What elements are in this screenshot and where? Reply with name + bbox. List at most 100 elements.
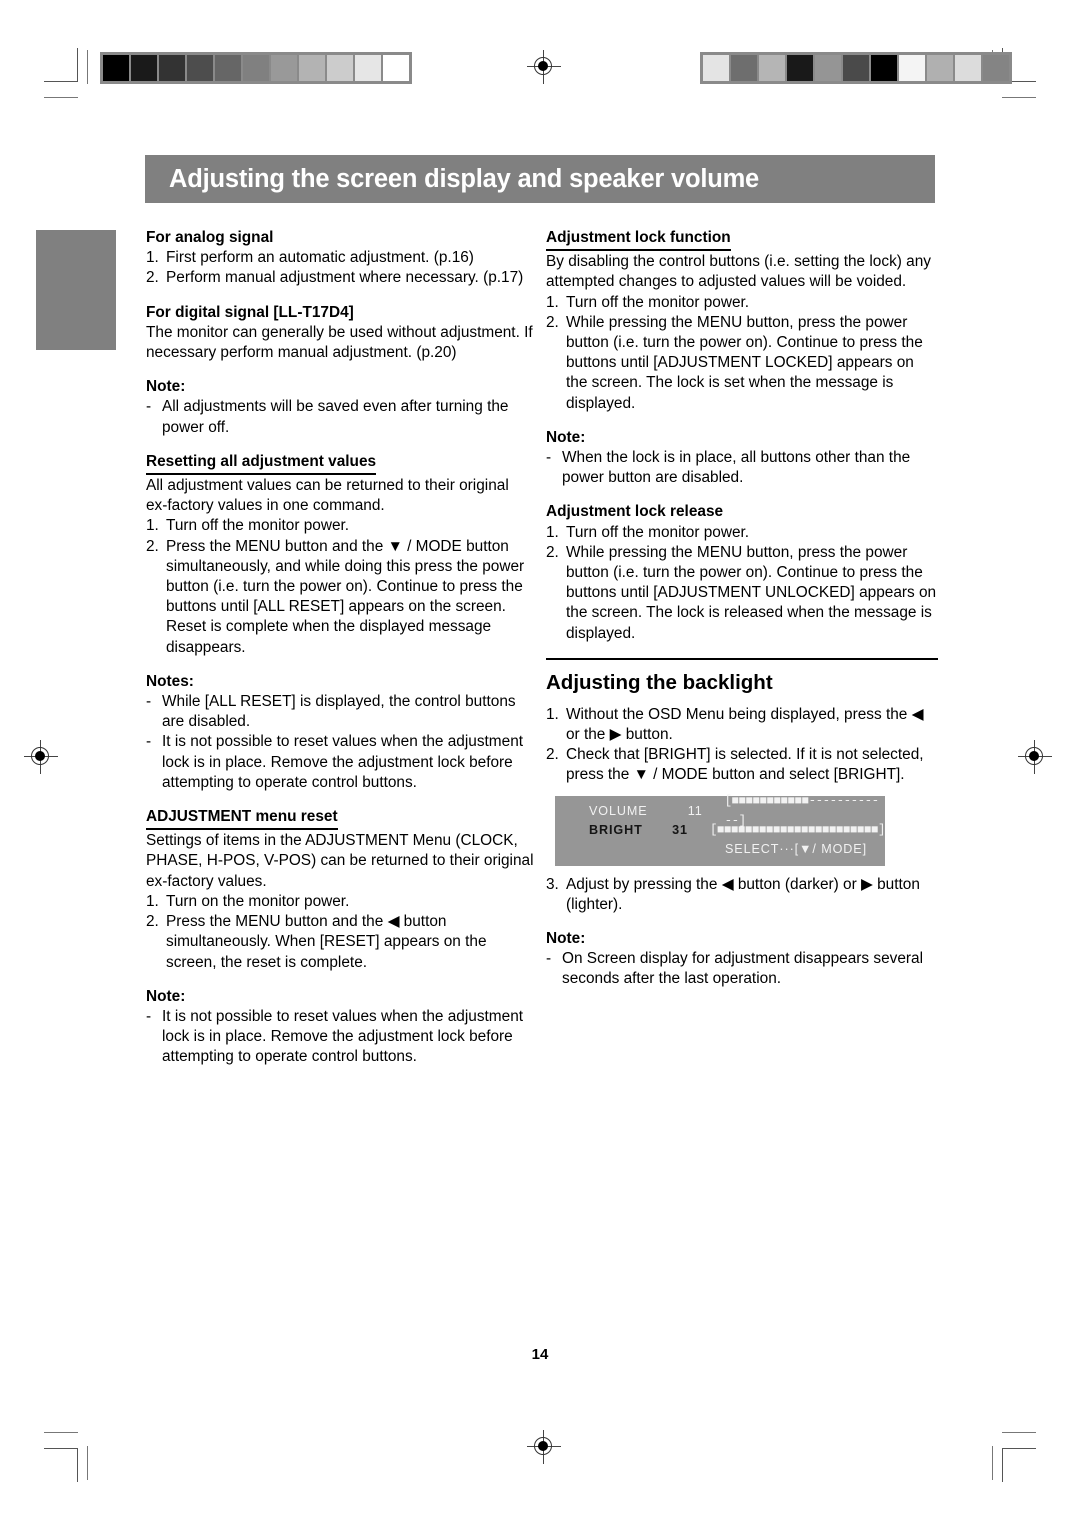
heading-adjustment-lock-release: Adjustment lock release (546, 503, 724, 521)
note-list-right-1: - When the lock is in place, all buttons… (546, 448, 938, 488)
list-item: - On Screen display for adjustment disap… (546, 949, 938, 989)
list-item: 1. Turn off the monitor power. (146, 516, 534, 536)
note-text: While [ALL RESET] is displayed, the cont… (162, 693, 516, 731)
dash-bullet: - (146, 693, 152, 711)
grayscale-patch (843, 55, 869, 81)
step-number: 1. (546, 293, 559, 311)
backlight-steps-top: 1. Without the OSD Menu being displayed,… (546, 705, 938, 786)
notes-list-2: - While [ALL RESET] is displayed, the co… (146, 692, 534, 793)
step-number: 1. (146, 517, 159, 535)
section-thumb-tab (36, 230, 116, 350)
crop-mark-bottom-right (1002, 1448, 1036, 1482)
grayscale-patch (983, 55, 1009, 81)
note-text: It is not possible to reset values when … (162, 1007, 524, 1066)
step-text: Adjust by pressing the ◀ button (darker)… (566, 875, 920, 913)
note-list-1: - All adjustments will be saved even aft… (146, 397, 534, 437)
note-label-3: Note: (146, 987, 186, 1005)
step-number: 1. (546, 523, 559, 541)
dash-bullet: - (546, 449, 552, 467)
dash-bullet: - (546, 950, 552, 968)
grayscale-patch (243, 55, 269, 81)
trim-tick-left-lower (44, 1432, 78, 1433)
dash-bullet: - (146, 398, 152, 416)
step-number: 2. (546, 543, 559, 561)
step-text: Perform manual adjustment where necessar… (166, 269, 524, 287)
step-text: While pressing the MENU button, press th… (566, 313, 923, 412)
note-label-right-1: Note: (546, 428, 586, 446)
grayscale-patch (703, 55, 729, 81)
heading-for-digital-signal: For digital signal [LL-T17D4] (146, 303, 354, 321)
heading-adjustment-lock-function: Adjustment lock function (546, 228, 731, 252)
step-number: 1. (146, 249, 159, 267)
note-list-3: - It is not possible to reset values whe… (146, 1007, 534, 1068)
heading-resetting-all-adjustment-values: Resetting all adjustment values (146, 452, 377, 476)
step-text: Turn on the monitor power. (166, 892, 350, 910)
right-column: Adjustment lock function By disabling th… (546, 228, 938, 990)
list-item: - It is not possible to reset values whe… (146, 1007, 534, 1068)
resetting-steps: 1. Turn off the monitor power. 2. Press … (146, 516, 534, 657)
grayscale-patch (131, 55, 157, 81)
section-divider (546, 657, 938, 660)
step-text: Check that [BRIGHT] is selected. If it i… (566, 746, 924, 784)
grayscale-patch (927, 55, 953, 81)
heading-adjusting-the-backlight: Adjusting the backlight (546, 670, 773, 694)
trim-tick-top-left (87, 50, 88, 84)
step-text: First perform an automatic adjustment. (… (166, 249, 474, 267)
page-title: Adjusting the screen display and speaker… (169, 164, 760, 193)
step-text: Press the MENU button and the ▼ / MODE b… (166, 537, 525, 656)
list-item: 2. While pressing the MENU button, press… (546, 313, 938, 414)
osd-bright-label: BRIGHT (589, 823, 643, 838)
note-text: When the lock is in place, all buttons o… (562, 449, 911, 487)
resetting-intro: All adjustment values can be returned to… (146, 477, 509, 515)
heading-adjustment-menu-reset: ADJUSTMENT menu reset (146, 807, 338, 831)
trim-tick-left-upper (44, 97, 78, 98)
osd-row-bright: BRIGHT 31 [■■■■■■■■■■■■■■■■■■■■■■■] (555, 821, 886, 840)
registration-target-icon-left (24, 740, 58, 774)
step-number: 2. (146, 537, 159, 555)
notes-label-2: Notes: (146, 672, 194, 690)
trim-tick-bottom-right (992, 1446, 993, 1480)
list-item: 1. Without the OSD Menu being displayed,… (546, 705, 938, 745)
grayscale-step-wedge-right (700, 52, 1012, 84)
grayscale-patch (815, 55, 841, 81)
osd-bright-value: 31 (672, 823, 688, 838)
osd-panel-illustration: VOLUME 11 [■■■■■■■■■■■------------] BRIG… (555, 794, 886, 866)
page-number: 14 (531, 1346, 549, 1363)
trim-tick-bottom-left (87, 1446, 88, 1480)
list-item: - While [ALL RESET] is displayed, the co… (146, 692, 534, 732)
grayscale-patch (271, 55, 297, 81)
list-item: 2. Check that [BRIGHT] is selected. If i… (546, 745, 938, 785)
note-label-1: Note: (146, 378, 186, 396)
grayscale-patch (899, 55, 925, 81)
analog-steps: 1. First perform an automatic adjustment… (146, 248, 534, 288)
crop-mark-bottom-left (44, 1448, 78, 1482)
backlight-steps-bottom: 3. Adjust by pressing the ◀ button (dark… (546, 875, 938, 915)
step-text: Turn off the monitor power. (166, 517, 350, 535)
list-item: - When the lock is in place, all buttons… (546, 448, 938, 488)
heading-for-analog-signal: For analog signal (146, 229, 274, 246)
grayscale-step-wedge-left (100, 52, 412, 84)
list-item: 3. Adjust by pressing the ◀ button (dark… (546, 875, 938, 915)
grayscale-patch (327, 55, 353, 81)
lock-function-intro: By disabling the control buttons (i.e. s… (546, 253, 931, 291)
list-item: 2. Perform manual adjustment where neces… (146, 268, 534, 288)
grayscale-patch (731, 55, 757, 81)
note-list-right-2: - On Screen display for adjustment disap… (546, 949, 938, 989)
grayscale-patch (355, 55, 381, 81)
grayscale-patch (383, 55, 409, 81)
note-label-right-2: Note: (546, 930, 586, 948)
note-text: On Screen display for adjustment disappe… (562, 950, 924, 988)
registration-target-icon-bottom (527, 1430, 561, 1464)
list-item: 1. Turn off the monitor power. (546, 293, 938, 313)
osd-bright-bar: [■■■■■■■■■■■■■■■■■■■■■■■] (709, 823, 886, 838)
osd-footer-select-hint: SELECT···[▼/ MODE] (724, 841, 867, 856)
page-title-banner: Adjusting the screen display and speaker… (145, 155, 935, 203)
grayscale-patch (103, 55, 129, 81)
step-number: 2. (546, 313, 559, 331)
note-text: All adjustments will be saved even after… (162, 398, 509, 436)
dash-bullet: - (146, 1007, 152, 1025)
step-number: 2. (146, 913, 159, 931)
grayscale-patch (759, 55, 785, 81)
step-number: 2. (546, 746, 559, 764)
list-item: 2. Press the MENU button and the ▼ / MOD… (146, 537, 534, 658)
